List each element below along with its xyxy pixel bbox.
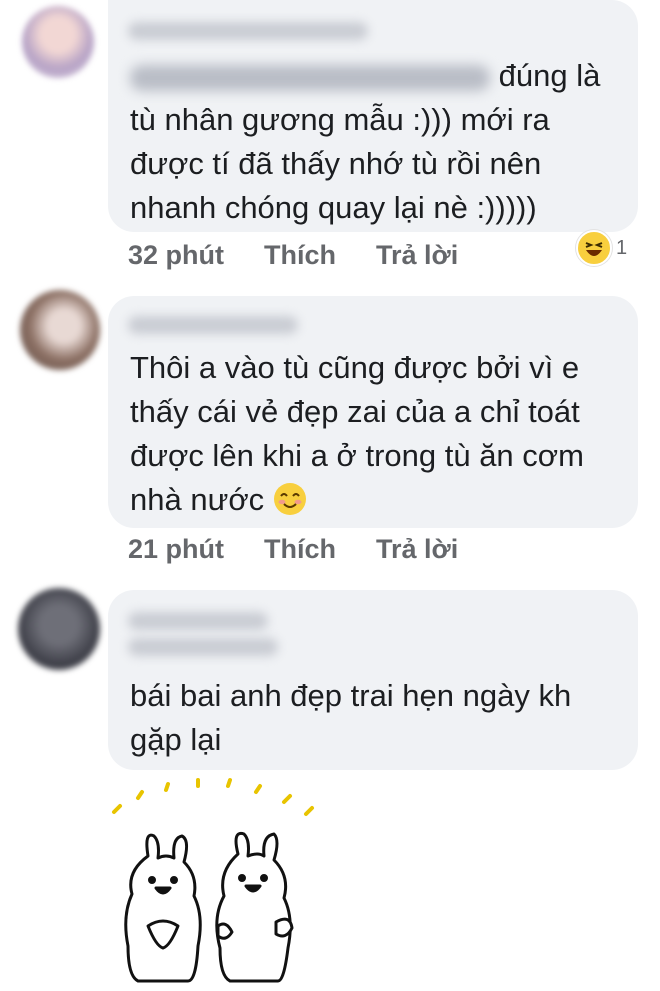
comment-actions: 32 phút Thích Trả lời [128, 240, 458, 271]
commenter-name[interactable] [128, 22, 368, 40]
commenter-name-line2 [128, 638, 278, 656]
reply-button[interactable]: Trả lời [376, 240, 458, 271]
comment-text: đúng là tù nhân gương mẫu :))) mới ra đư… [130, 58, 601, 225]
bunny-sticker [108, 776, 328, 986]
like-button[interactable]: Thích [264, 534, 376, 565]
smiling-emoji-icon [273, 482, 307, 528]
laughing-emoji-icon [576, 230, 612, 266]
comment-bubble: đúng là tù nhân gương mẫu :))) mới ra đư… [108, 0, 638, 232]
reaction-count: 1 [616, 236, 628, 259]
like-button[interactable]: Thích [264, 240, 376, 271]
commenter-avatar[interactable] [22, 6, 94, 78]
commenter-name[interactable] [128, 612, 268, 630]
reply-button[interactable]: Trả lời [376, 534, 458, 565]
comment-bubble: Thôi a vào tù cũng được bởi vì e thấy cá… [108, 296, 638, 528]
commenter-name[interactable] [128, 316, 298, 334]
comment-text: Thôi a vào tù cũng được bởi vì e thấy cá… [130, 346, 620, 528]
comment-time[interactable]: 21 phút [128, 534, 264, 565]
comment-actions: 21 phút Thích Trả lời [128, 534, 458, 565]
commenter-avatar[interactable] [18, 588, 100, 670]
tagged-user[interactable] [130, 64, 490, 91]
commenter-avatar[interactable] [20, 290, 100, 370]
comment-bubble: bái bai anh đẹp trai hẹn ngày kh gặp lại [108, 590, 638, 770]
comment-text: bái bai anh đẹp trai hẹn ngày kh gặp lại [130, 678, 572, 757]
comment-time[interactable]: 32 phút [128, 240, 264, 271]
reaction-summary[interactable]: 1 [576, 230, 627, 266]
